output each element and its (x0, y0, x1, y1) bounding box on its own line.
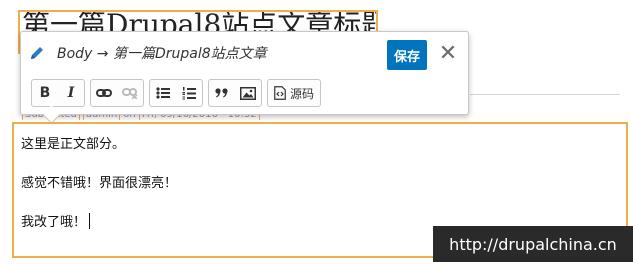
source-icon (274, 86, 286, 100)
body-paragraph-2[interactable]: 感觉不错哦！界面很漂亮！ (21, 172, 177, 191)
link-group (90, 79, 144, 107)
source-group: 源码 (267, 79, 322, 107)
pencil-icon (31, 47, 43, 59)
bulleted-list-icon (156, 87, 170, 99)
field-label: Body → 第一篇Drupal8站点文章 (57, 46, 267, 62)
toolbar-pointer (42, 105, 61, 124)
bold-button[interactable]: B (32, 80, 58, 106)
link-icon (96, 89, 112, 97)
body-paragraph-3-text: 我改了哦！ (21, 215, 87, 230)
numbered-list-button[interactable] (176, 80, 202, 106)
source-label: 源码 (290, 86, 315, 101)
site-watermark: http://drupalchina.cn (433, 226, 633, 262)
blockquote-button[interactable] (209, 80, 235, 106)
divider (470, 94, 620, 95)
media-group (208, 79, 262, 107)
numbered-list-icon (182, 86, 196, 99)
body-paragraph-1[interactable]: 这里是正文部分。 (21, 133, 125, 152)
unlink-button[interactable] (117, 80, 143, 106)
source-button[interactable]: 源码 (268, 80, 320, 106)
link-button[interactable] (91, 80, 117, 106)
italic-button[interactable]: I (58, 80, 84, 106)
editor-toolbar-buttons: B I 源码 (31, 79, 326, 107)
toolbar-header: Body → 第一篇Drupal8站点文章 (29, 42, 267, 64)
close-icon: ✕ (438, 41, 458, 66)
image-button[interactable] (235, 80, 261, 106)
unlink-icon (122, 88, 138, 99)
body-paragraph-3[interactable]: 我改了哦！ (21, 211, 91, 230)
image-icon (240, 86, 256, 100)
quote-icon (215, 88, 228, 98)
close-button[interactable]: ✕ (437, 42, 459, 66)
bulleted-list-button[interactable] (150, 80, 176, 106)
format-group: B I (31, 79, 85, 107)
list-group (149, 79, 203, 107)
text-caret (89, 213, 91, 229)
save-button[interactable]: 保存 (387, 40, 427, 70)
quickedit-toolbar: Body → 第一篇Drupal8站点文章 保存 ✕ B I 源码 (20, 31, 469, 124)
